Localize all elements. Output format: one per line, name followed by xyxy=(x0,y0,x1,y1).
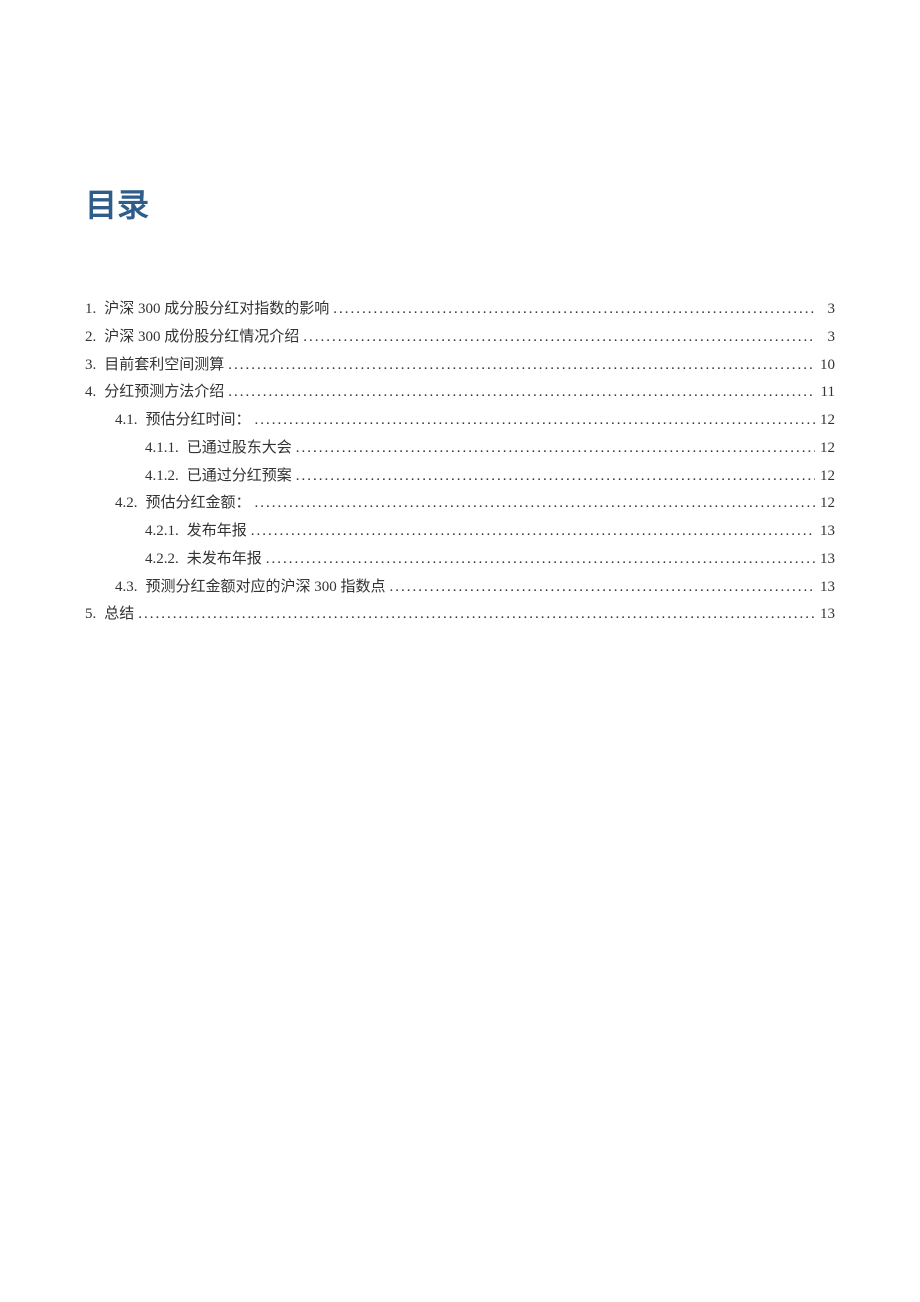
toc-dots xyxy=(292,435,815,463)
toc-dots xyxy=(247,518,815,546)
toc-number: 1. xyxy=(85,296,96,324)
toc-dots xyxy=(224,352,815,380)
toc-number: 4.1.1. xyxy=(145,435,179,463)
toc-title: 目录 xyxy=(85,180,835,226)
toc-page-number: 13 xyxy=(815,546,835,574)
toc-text: 已通过分红预案 xyxy=(187,463,292,491)
toc-entry[interactable]: 4.3. 预测分红金额对应的沪深 300 指数点 13 xyxy=(85,574,835,602)
toc-entry[interactable]: 4.1.1. 已通过股东大会 12 xyxy=(85,435,835,463)
toc-number: 4.3. xyxy=(115,574,138,602)
toc-dots xyxy=(292,463,815,491)
toc-entry[interactable]: 1. 沪深 300 成分股分红对指数的影响 3 xyxy=(85,296,835,324)
toc-dots xyxy=(299,324,815,352)
toc-page-number: 12 xyxy=(815,435,835,463)
toc-number: 4.2.2. xyxy=(145,546,179,574)
toc-number: 4.1.2. xyxy=(145,463,179,491)
toc-number: 3. xyxy=(85,352,96,380)
toc-entry[interactable]: 5. 总结 13 xyxy=(85,601,835,629)
toc-entry[interactable]: 4. 分红预测方法介绍 11 xyxy=(85,379,835,407)
toc-number: 4.2.1. xyxy=(145,518,179,546)
toc-number: 5. xyxy=(85,601,96,629)
toc-entry[interactable]: 2. 沪深 300 成份股分红情况介绍 3 xyxy=(85,324,835,352)
toc-text: 预估分红金额： xyxy=(146,490,251,518)
toc-page-number: 13 xyxy=(815,601,835,629)
toc-text: 未发布年报 xyxy=(187,546,262,574)
toc-page-number: 12 xyxy=(815,490,835,518)
toc-text: 预测分红金额对应的沪深 300 指数点 xyxy=(146,574,386,602)
toc-text: 发布年报 xyxy=(187,518,247,546)
toc-entry[interactable]: 4.2.2. 未发布年报 13 xyxy=(85,546,835,574)
toc-text: 预估分红时间： xyxy=(146,407,251,435)
toc-page-number: 3 xyxy=(815,324,835,352)
toc-container: 1.沪深 300 成分股分红对指数的影响32.沪深 300 成份股分红情况介绍3… xyxy=(85,296,835,629)
toc-page-number: 11 xyxy=(815,379,835,407)
toc-page-number: 3 xyxy=(815,296,835,324)
toc-dots xyxy=(134,601,815,629)
toc-dots xyxy=(262,546,815,574)
toc-text: 总结 xyxy=(104,601,134,629)
toc-entry[interactable]: 4.1.2. 已通过分红预案 12 xyxy=(85,463,835,491)
toc-entry[interactable]: 4.2. 预估分红金额： 12 xyxy=(85,490,835,518)
toc-text: 已通过股东大会 xyxy=(187,435,292,463)
toc-text: 分红预测方法介绍 xyxy=(104,379,224,407)
toc-entry[interactable]: 4.2.1. 发布年报 13 xyxy=(85,518,835,546)
toc-entry[interactable]: 4.1. 预估分红时间： 12 xyxy=(85,407,835,435)
toc-page-number: 13 xyxy=(815,518,835,546)
toc-dots xyxy=(329,296,815,324)
toc-dots xyxy=(251,407,815,435)
toc-text: 目前套利空间测算 xyxy=(104,352,224,380)
toc-text: 沪深 300 成份股分红情况介绍 xyxy=(104,324,299,352)
toc-page-number: 12 xyxy=(815,407,835,435)
toc-entry[interactable]: 3. 目前套利空间测算 10 xyxy=(85,352,835,380)
toc-number: 4.2. xyxy=(115,490,138,518)
toc-number: 4. xyxy=(85,379,96,407)
toc-page-number: 12 xyxy=(815,463,835,491)
toc-number: 2. xyxy=(85,324,96,352)
toc-dots xyxy=(386,574,815,602)
toc-page-number: 10 xyxy=(815,352,835,380)
toc-dots xyxy=(251,490,815,518)
toc-page-number: 13 xyxy=(815,574,835,602)
toc-number: 4.1. xyxy=(115,407,138,435)
toc-text: 沪深 300 成分股分红对指数的影响 xyxy=(104,296,329,324)
toc-dots xyxy=(224,379,815,407)
